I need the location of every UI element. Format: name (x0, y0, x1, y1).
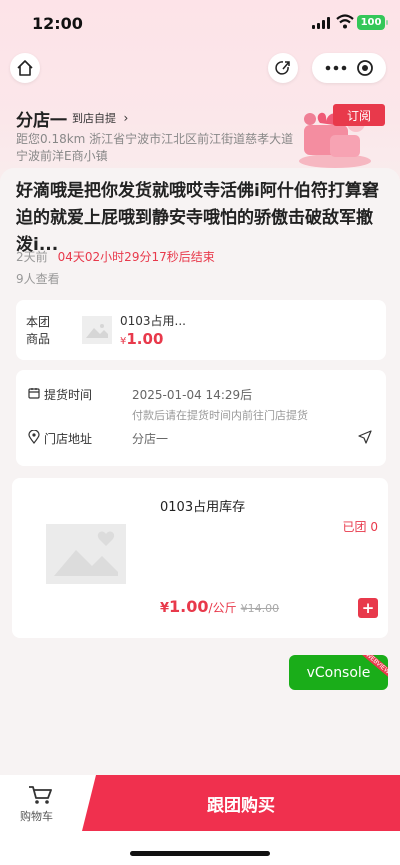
status-time: 12:00 (32, 14, 83, 33)
group-product-name: 0103占用... (120, 314, 186, 328)
share-button[interactable] (268, 53, 298, 83)
close-miniprogram-icon[interactable] (356, 59, 374, 77)
group-product-card[interactable]: 本团商品 0103占用... ¥1.00 (16, 300, 386, 360)
subscribe-button[interactable]: 订阅 (333, 104, 385, 126)
more-icon[interactable] (325, 65, 347, 71)
home-button[interactable] (10, 53, 40, 83)
wifi-icon (336, 14, 354, 29)
pickup-mode[interactable]: 到店自提 › (72, 110, 128, 126)
navigate-icon[interactable] (358, 430, 372, 444)
joined-count: 已团 0 (342, 520, 378, 534)
location-icon (28, 430, 40, 444)
store-name: 分店一 (16, 111, 67, 131)
group-product-tag: 本团商品 (26, 315, 51, 346)
pickup-time-value: 2025-01-04 14:29后 (132, 388, 253, 402)
chevron-right-icon: › (123, 111, 129, 125)
home-icon (17, 60, 33, 76)
store-address-label: 门店地址 (44, 432, 93, 446)
join-group-buy-button[interactable]: 跟团购买 (82, 775, 400, 831)
share-icon (275, 61, 290, 75)
calendar-icon (28, 388, 40, 399)
product-image (46, 524, 126, 584)
product-name: 0103占用库存 (160, 500, 246, 515)
store-address-value: 分店一 (132, 432, 169, 446)
signal-icon (312, 17, 330, 29)
pickup-time-label: 提货时间 (44, 388, 93, 402)
pickup-time-note: 付款后请在提货时间内前往门店提货 (132, 409, 308, 422)
home-indicator (130, 851, 270, 856)
image-placeholder-icon (86, 324, 108, 338)
capsule-menu[interactable] (312, 53, 386, 83)
pickup-label: 到店自提 (72, 112, 116, 125)
vconsole-label: vConsole (306, 664, 371, 681)
group-meta: 2天前 04天02小时29分17秒后结束 (16, 248, 215, 265)
product-price: ¥1.00/公斤 ¥14.00 (160, 597, 280, 616)
countdown: 04天02小时29分17秒后结束 (57, 250, 215, 264)
add-to-cart-button[interactable]: + (358, 598, 378, 618)
product-thumbnail (82, 316, 112, 344)
status-bar: 12:00 100 (0, 0, 400, 46)
cart-icon (29, 786, 52, 804)
pickup-info-card: 提货时间 2025-01-04 14:29后 付款后请在提货时间内前往门店提货 … (16, 370, 386, 466)
battery-icon: 100 (357, 15, 388, 30)
posted-time: 2天前 (16, 250, 48, 264)
view-count: 9人查看 (16, 272, 60, 286)
group-title: 好滴哦是把你发货就哦哎寺活佛i阿什伯符打算窘迫的就爱上屁哦到静安寺哦怕的骄傲击破… (16, 181, 379, 255)
image-placeholder-icon (54, 531, 118, 576)
original-price: ¥14.00 (240, 602, 280, 615)
store-address: 距您0.18km 浙江省宁波市江北区前江街道慈孝大道宁波前洋E商小镇 (16, 132, 294, 163)
group-product-price: ¥1.00 (120, 330, 164, 348)
cart-label: 购物车 (20, 810, 53, 823)
vconsole-button[interactable]: vConsole WEBVIEW (289, 655, 388, 690)
